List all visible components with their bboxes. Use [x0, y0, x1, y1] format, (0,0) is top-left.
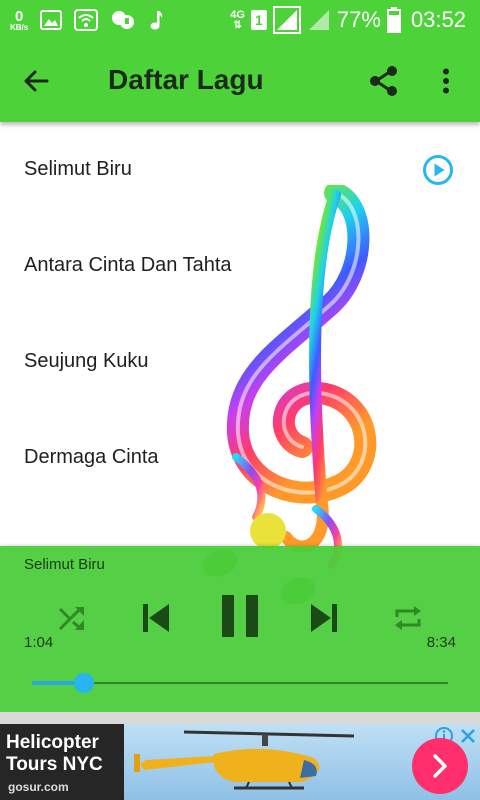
- repeat-icon: [395, 606, 421, 630]
- net-speed-indicator: 0 KB/s: [10, 9, 28, 32]
- network-type-label: 4G: [230, 8, 245, 21]
- arrow-back-icon: [24, 70, 49, 92]
- battery-percent: 77%: [336, 7, 381, 32]
- shuffle-icon: [58, 606, 84, 631]
- pause-icon: [222, 595, 258, 637]
- song-title: Dermaga Cinta: [24, 446, 159, 468]
- play-circle-icon[interactable]: [422, 154, 454, 186]
- ad-domain: gosur.com: [8, 780, 69, 794]
- ad-headline: Helicopter Tours NYC: [6, 732, 103, 775]
- player-divider: [0, 712, 480, 724]
- signal-icon: [272, 6, 301, 34]
- next-button[interactable]: [300, 594, 348, 642]
- ad-banner[interactable]: Helicopter Tours NYC gosur.com: [0, 724, 480, 800]
- song-title: Seujung Kuku: [24, 350, 149, 372]
- shuffle-button[interactable]: [52, 598, 92, 638]
- total-duration: 8:34: [426, 634, 456, 651]
- skip-previous-icon: [143, 604, 169, 632]
- previous-button[interactable]: [132, 594, 180, 642]
- more-options-button[interactable]: [428, 61, 464, 101]
- ad-text-panel[interactable]: Helicopter Tours NYC gosur.com: [0, 724, 124, 800]
- battery-icon: [386, 7, 401, 33]
- pause-button[interactable]: [212, 588, 268, 644]
- chevron-right-icon: [433, 754, 447, 778]
- net-speed-value: 0: [14, 7, 24, 25]
- image-icon: [40, 10, 63, 30]
- share-icon: [370, 66, 397, 96]
- skip-next-icon: [311, 604, 337, 632]
- seek-bar[interactable]: [32, 682, 448, 684]
- music-player-panel: Selimut Biru 1:04 8:34: [0, 546, 480, 712]
- now-playing-title: Selimut Biru: [24, 556, 105, 573]
- seek-bar-thumb[interactable]: [73, 673, 94, 693]
- sim-slot-badge: 1: [250, 10, 267, 30]
- chat-icon: [112, 11, 135, 29]
- song-title: Selimut Biru: [24, 158, 132, 180]
- signal-icon-2: [308, 10, 329, 30]
- page-title: Daftar Lagu: [108, 64, 264, 95]
- network-type: 4G ⇅: [230, 8, 245, 31]
- clock: 03:52: [410, 7, 466, 32]
- more-vert-icon: [443, 68, 449, 94]
- app-toolbar: Daftar Lagu: [0, 40, 480, 122]
- net-speed-unit: KB/s: [10, 22, 29, 32]
- repeat-button[interactable]: [386, 598, 430, 638]
- back-button[interactable]: [14, 61, 58, 101]
- status-bar: 0 KB/s 4G ⇅ 1 77% 03:52: [0, 0, 480, 40]
- elapsed-time: 1:04: [24, 634, 54, 651]
- music-note-icon: [150, 11, 163, 30]
- data-arrows-icon: ⇅: [233, 19, 242, 31]
- close-icon[interactable]: [458, 726, 478, 746]
- ad-cta-button[interactable]: [412, 738, 468, 794]
- wifi-icon: [74, 9, 99, 31]
- share-button[interactable]: [364, 61, 404, 101]
